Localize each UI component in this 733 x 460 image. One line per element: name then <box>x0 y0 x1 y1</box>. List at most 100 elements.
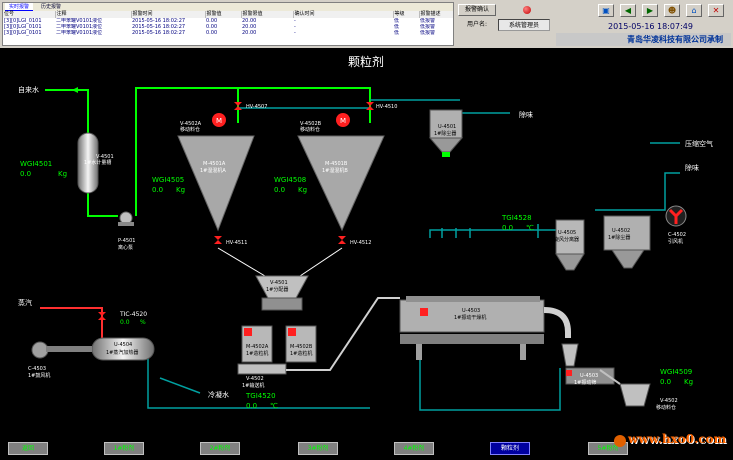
tgi4520-value: 0.0 <box>246 402 257 410</box>
wgi4508-tag: WGI4508 <box>274 176 306 184</box>
fan-c4502-tag: C-4502 <box>668 232 686 238</box>
granulator-b-sub: 1#造粒机 <box>290 350 312 357</box>
user-name[interactable]: 系统管理员 <box>498 19 550 31</box>
induced-fan-c4502[interactable] <box>665 205 687 227</box>
nav-powder4-button[interactable]: 4#粉剂 <box>394 442 434 455</box>
clock: 2015-05-16 18:07:49 <box>608 22 693 31</box>
cell: 二甲苯罐V0101液位 <box>56 30 103 36</box>
pump-p4501-label: 离心泵 <box>118 244 133 251</box>
dryer-tag: U-4503 <box>462 308 480 314</box>
col-tag[interactable]: 位号 <box>3 11 56 18</box>
alarm-ack-button[interactable]: 报警确认 <box>458 4 496 16</box>
valve-hv4510-icon[interactable] <box>366 102 374 110</box>
tank-v4501-label: 1#水计量槽 <box>84 159 111 166</box>
back-arrow-icon[interactable]: ◀ <box>620 4 636 17</box>
mixer-b-sub: 1#湿混机B <box>322 167 348 174</box>
wgi4501-unit: Kg <box>58 170 67 178</box>
col-note[interactable]: 注释 <box>55 11 132 18</box>
dryer-u4503[interactable] <box>399 296 571 360</box>
heater-tag: U-4504 <box>114 342 132 348</box>
watermark: www.hxo0.com <box>628 432 727 446</box>
flow-arrow-icon <box>72 87 78 93</box>
tgi4520-unit: ℃ <box>270 402 278 410</box>
pump-p4501[interactable] <box>118 211 134 226</box>
forward-arrow-icon[interactable]: ▶ <box>642 4 658 17</box>
top-bar: 实时报警 历史报警 位号 注释 报警时间 报警值 报警限值 确认时间 等级 报警… <box>0 0 733 48</box>
heater-sub: 1#蒸汽加热器 <box>106 349 138 356</box>
hopper-a-sub: 移动料仓 <box>180 126 200 133</box>
process-svg: 颗粒剂 自来水 除味 压缩空气 除味 冷凝水 蒸汽 V-4501 1#水计量槽 <box>18 54 713 411</box>
blower-c4503-tag: C-4503 <box>28 366 46 372</box>
dust-b-tag: U-4502 <box>612 228 630 234</box>
sieve-sub: 1#振动筛 <box>574 379 596 386</box>
col-desc[interactable]: 报警描述 <box>419 11 453 18</box>
motor-m-glyph: M <box>216 117 222 125</box>
screen-icon[interactable]: ▣ <box>598 4 614 17</box>
tab-realtime-alarm[interactable]: 实时报警 <box>5 3 34 11</box>
nav-powder3-button[interactable]: 3#粉剂 <box>298 442 338 455</box>
alarm-table: 位号 注释 报警时间 报警值 报警限值 确认时间 等级 报警描述 [3][0]L… <box>3 11 453 36</box>
granulator-b-tag: M-4502B <box>290 344 313 350</box>
valve-hv4512-icon[interactable] <box>338 236 346 244</box>
nav-return-button[interactable]: 返回 <box>8 442 48 455</box>
exhaust-label-1: 除味 <box>519 110 533 119</box>
distributor-tag: V-4501 <box>270 280 288 286</box>
nav-powder1-button[interactable]: 1#粉剂 <box>104 442 144 455</box>
col-limit[interactable]: 报警限值 <box>241 11 294 18</box>
company-banner: 青岛华凌科技有限公司承制 <box>556 33 731 46</box>
wgi4501-tag: WGI4501 <box>20 160 52 168</box>
conveyor-tag: V-4502 <box>246 376 264 382</box>
hv4510-tag: HV-4510 <box>376 104 397 110</box>
wgi4509-unit: Kg <box>684 378 693 386</box>
tgi4528-unit: ℃ <box>526 224 534 232</box>
cyclone-u4505[interactable] <box>555 219 585 271</box>
tgi4520-tag: TGI4520 <box>245 392 276 400</box>
hv4511-tag: HV-4511 <box>226 240 247 246</box>
wgi4508-unit: Kg <box>298 186 307 194</box>
diagram-title: 颗粒剂 <box>348 54 384 69</box>
table-row[interactable]: [3][0]LGI_0101 二甲苯罐V0101液位 2015-05-16 18:0… <box>3 30 453 36</box>
nav-powder2-button[interactable]: 2#粉剂 <box>200 442 240 455</box>
col-value[interactable]: 报警值 <box>205 11 242 18</box>
fan-c4502-sub: 引风机 <box>668 238 683 245</box>
cell: 低 <box>394 30 400 36</box>
hv4512-tag: HV-4512 <box>350 240 371 246</box>
hopper-b-sub: 移动料仓 <box>300 126 320 133</box>
cell: 2015-05-16 18:02:27 <box>132 30 186 36</box>
nav-granule-button[interactable]: 颗粒剂 <box>490 442 530 455</box>
watermark-logo-icon <box>614 435 626 447</box>
sieve-tag: U-4503 <box>580 373 598 379</box>
dust-collector-u4502[interactable] <box>603 215 651 269</box>
hv4507-tag: HV-4507 <box>246 104 267 110</box>
tab-history-alarm[interactable]: 历史报警 <box>37 3 65 11</box>
exhaust-label-2: 除味 <box>685 163 699 172</box>
user-label: 用户名: <box>458 19 496 31</box>
home-icon[interactable]: ⌂ <box>686 4 702 17</box>
wgi4505-tag: WGI4505 <box>152 176 184 184</box>
dust-b-sub: 1#除尘器 <box>608 234 630 241</box>
pump-p4501-tag: P-4501 <box>118 238 135 244</box>
close-icon[interactable]: ✕ <box>708 4 724 17</box>
motor-m-glyph: M <box>340 117 346 125</box>
col-ack-time[interactable]: 确认时间 <box>293 11 394 18</box>
wgi4509-tag: WGI4509 <box>660 368 692 376</box>
tic4520-value: 0.0 <box>120 319 130 326</box>
steam-label: 蒸汽 <box>18 298 32 307</box>
col-level[interactable]: 等级 <box>393 11 420 18</box>
bin-sub: 移动料仓 <box>656 404 676 411</box>
valve-tic4520-icon[interactable] <box>98 312 106 320</box>
valve-hv4507-icon[interactable] <box>234 102 242 110</box>
alarm-led-icon <box>523 6 531 14</box>
cell: 低报警 <box>420 30 436 36</box>
water-tank-v4501[interactable]: V-4501 1#水计量槽 <box>77 132 114 194</box>
blower-c4503-sub: 1#鼓风机 <box>28 372 50 379</box>
col-time[interactable]: 报警时间 <box>131 11 206 18</box>
cooling-water-label: 冷凝水 <box>208 390 229 399</box>
conveyor-sub: 1#输送机 <box>242 382 264 389</box>
dust-a-tag: U-4501 <box>438 124 456 130</box>
blower-c4503[interactable] <box>31 341 92 359</box>
tic4520-tag: TIC-4520 <box>119 311 147 318</box>
user-icon[interactable]: ☻ <box>664 4 680 17</box>
valve-hv4511-icon[interactable] <box>214 236 222 244</box>
mobile-bin-v4502[interactable] <box>599 369 651 407</box>
